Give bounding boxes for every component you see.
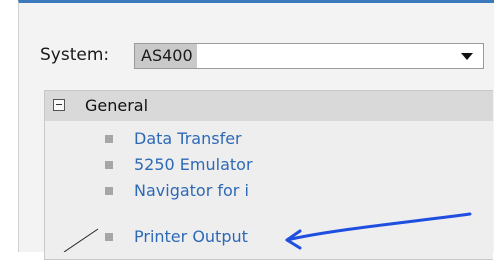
tree-item-label[interactable]: Navigator for i [134,179,249,203]
group-label: General [85,96,149,115]
system-label: System: [40,45,110,65]
group-header-general[interactable]: General [45,91,493,121]
item-bullet-icon [105,161,113,169]
item-bullet-icon [105,233,113,241]
item-bullet-icon [105,135,113,143]
item-bullet-icon [105,187,113,195]
tree-view: General Data Transfer 5250 Emulator Navi… [44,90,493,260]
system-select[interactable]: AS400 [134,43,484,69]
tree-item-label[interactable]: Printer Output [134,225,248,249]
tree-item-label[interactable]: 5250 Emulator [134,153,253,177]
collapse-toggle-icon[interactable] [53,99,65,111]
tree-item-label[interactable]: Data Transfer [134,127,242,151]
system-selected-value: AS400 [135,44,197,68]
dropdown-arrow-icon[interactable] [461,53,473,60]
